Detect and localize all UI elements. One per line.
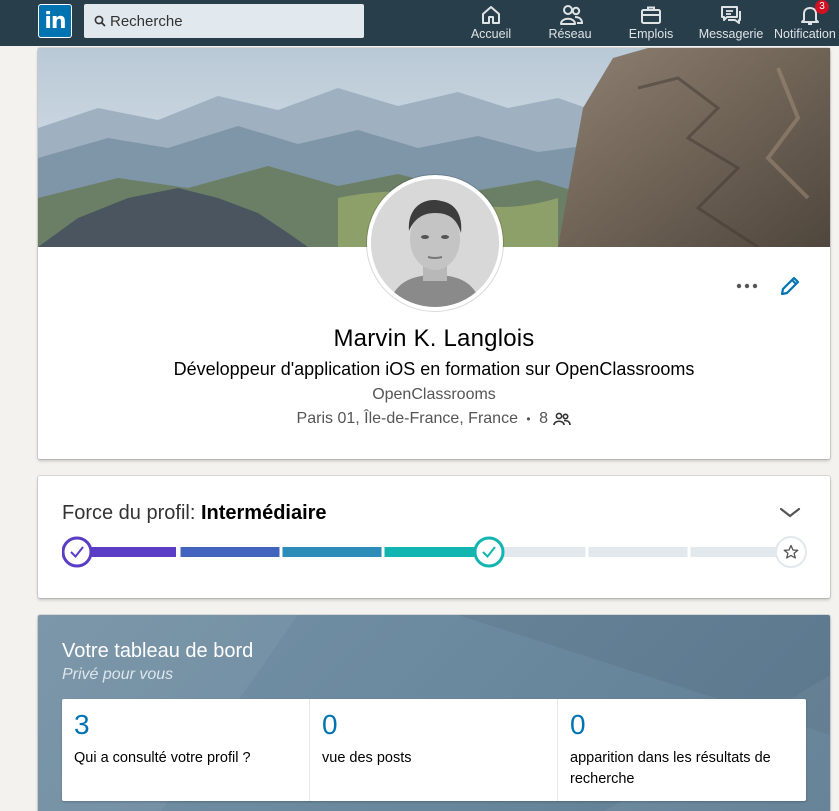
stat-value: 3 bbox=[74, 709, 90, 740]
profile-name: Marvin K. Langlois bbox=[333, 325, 535, 352]
connections-icon[interactable] bbox=[553, 412, 572, 426]
nav-item-messaging[interactable]: Messagerie bbox=[698, 0, 764, 46]
nav-label-notifications: Notification bbox=[774, 27, 836, 41]
profile-strength-label: Force du profil: bbox=[62, 502, 196, 524]
profile-photo[interactable] bbox=[367, 175, 503, 311]
star-icon bbox=[775, 536, 807, 568]
stat-search-appearances[interactable]: 0 apparition dans les résultats de reche… bbox=[558, 699, 806, 801]
linkedin-logo[interactable]: in bbox=[38, 4, 72, 38]
home-icon bbox=[482, 6, 500, 24]
meter-start-node bbox=[62, 536, 93, 568]
nav-item-notifications[interactable]: 3 Notification bbox=[774, 0, 839, 46]
edit-pencil-icon[interactable] bbox=[779, 275, 801, 297]
meter-segment bbox=[588, 547, 688, 557]
profile-strength-meter bbox=[62, 536, 807, 568]
meter-current-node bbox=[473, 536, 505, 568]
search-icon bbox=[94, 15, 106, 27]
stat-profile-views[interactable]: 3 Qui a consulté votre profil ? bbox=[62, 699, 310, 801]
profile-strength-level: Intermédiaire bbox=[200, 502, 327, 524]
stat-value: 0 bbox=[570, 709, 586, 740]
search-box[interactable] bbox=[84, 4, 364, 38]
briefcase-icon bbox=[641, 6, 661, 24]
profile-top-card: Marvin K. Langlois Développeur d'applica… bbox=[38, 48, 830, 459]
messaging-icon bbox=[721, 6, 741, 24]
profile-location: Paris 01, Île-de-France, France bbox=[296, 410, 518, 427]
more-options-icon[interactable] bbox=[735, 274, 759, 298]
stat-label: vue des posts bbox=[322, 750, 412, 766]
network-icon bbox=[560, 5, 583, 25]
nav-item-network[interactable]: Réseau bbox=[542, 0, 598, 46]
stat-label: Qui a consulté votre profil ? bbox=[74, 750, 251, 766]
meter-segment bbox=[384, 547, 484, 557]
stat-post-views[interactable]: 0 vue des posts bbox=[310, 699, 558, 801]
connections-count[interactable]: 8 bbox=[539, 410, 548, 427]
nav-label-jobs: Emplois bbox=[628, 27, 674, 41]
nav-item-home[interactable]: Accueil bbox=[462, 0, 520, 46]
chevron-down-icon[interactable] bbox=[779, 507, 801, 519]
profile-headline: Développeur d'application iOS en formati… bbox=[173, 359, 695, 379]
nav-label-messaging: Messagerie bbox=[698, 27, 764, 41]
top-nav-bar: in Accueil Réseau Emplois bbox=[0, 0, 839, 46]
profile-strength-title: Force du profil: Intermédiaire bbox=[62, 502, 327, 525]
nav-label-home: Accueil bbox=[470, 27, 512, 41]
profile-company[interactable]: OpenClassrooms bbox=[38, 386, 830, 404]
nav-label-network: Réseau bbox=[548, 27, 592, 41]
stat-value: 0 bbox=[322, 709, 338, 740]
dashboard-stats: 3 Qui a consulté votre profil ? 0 vue de… bbox=[62, 699, 806, 801]
dashboard-card: Votre tableau de bord Privé pour vous 3 … bbox=[38, 615, 830, 811]
separator-dot: • bbox=[526, 412, 531, 426]
nav-item-jobs[interactable]: Emplois bbox=[622, 0, 680, 46]
meter-segment bbox=[690, 547, 790, 557]
linkedin-logo-text: in bbox=[39, 5, 71, 37]
stat-label: apparition dans les résultats de recherc… bbox=[570, 750, 771, 787]
profile-location-row: Paris 01, Île-de-France, France • 8 bbox=[38, 410, 830, 428]
notification-badge: 3 bbox=[815, 0, 829, 14]
meter-segment bbox=[180, 547, 280, 557]
search-input[interactable] bbox=[110, 4, 360, 38]
dashboard-title: Votre tableau de bord bbox=[62, 640, 254, 662]
avatar bbox=[371, 179, 499, 307]
meter-segment bbox=[282, 547, 382, 557]
profile-strength-card: Force du profil: Intermédiaire bbox=[38, 476, 830, 598]
dashboard-subtitle: Privé pour vous bbox=[62, 666, 174, 683]
